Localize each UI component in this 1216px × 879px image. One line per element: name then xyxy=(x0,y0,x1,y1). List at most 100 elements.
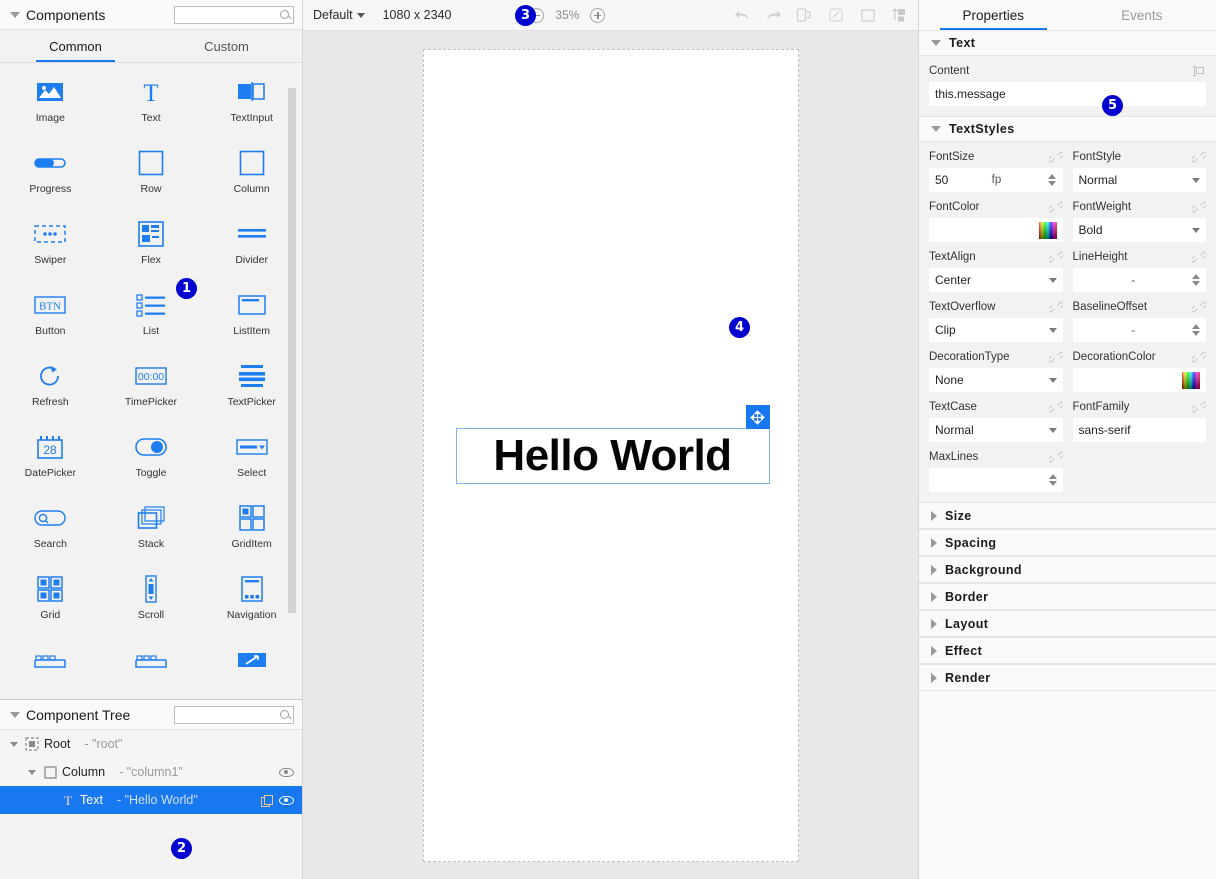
link-binding-icon[interactable] xyxy=(1190,351,1208,363)
palette-item-select[interactable]: Select xyxy=(201,432,302,479)
tab-common[interactable]: Common xyxy=(0,30,151,62)
tree-row-root[interactable]: Root - "root" xyxy=(0,730,302,758)
tree-expand-chevron-icon[interactable] xyxy=(6,741,22,747)
palette-item-datepicker[interactable]: 28 DatePicker xyxy=(0,432,101,479)
link-binding-icon[interactable] xyxy=(1190,401,1208,413)
chevron-down-icon[interactable] xyxy=(1048,277,1057,283)
tab-events[interactable]: Events xyxy=(1068,0,1216,30)
palette-item-listitem[interactable]: ListItem xyxy=(201,290,302,337)
section-header-border[interactable]: Border xyxy=(919,583,1216,610)
chevron-down-icon[interactable] xyxy=(1048,327,1057,333)
field-input[interactable]: Center xyxy=(929,268,1063,292)
stepper-icon[interactable] xyxy=(1048,174,1057,186)
link-binding-icon[interactable] xyxy=(1190,151,1208,163)
visibility-eye-icon[interactable] xyxy=(276,767,296,777)
link-binding-icon[interactable] xyxy=(1047,401,1064,413)
visibility-eye-icon[interactable] xyxy=(276,795,296,805)
palette-item-button[interactable]: BTN Button xyxy=(0,290,101,337)
palette-item-textinput[interactable]: TextInput xyxy=(201,77,302,124)
section-header-textstyles[interactable]: TextStyles xyxy=(919,116,1216,142)
components-search-box[interactable] xyxy=(174,5,294,24)
section-header-render[interactable]: Render xyxy=(919,664,1216,691)
tree-row-text[interactable]: T Text - "Hello World" xyxy=(0,786,302,814)
chevron-down-icon[interactable] xyxy=(1192,227,1200,233)
link-binding-icon[interactable] xyxy=(1190,301,1208,313)
link-binding-icon[interactable] xyxy=(1047,451,1064,463)
palette-item-timepicker[interactable]: 00:00 TimePicker xyxy=(101,361,202,408)
chevron-down-icon[interactable] xyxy=(1048,427,1057,433)
tree-row-column[interactable]: Column - "column1" xyxy=(0,758,302,786)
palette-item-progress[interactable]: Progress xyxy=(0,148,101,195)
content-input[interactable]: this.message xyxy=(929,82,1206,106)
chevron-down-icon[interactable] xyxy=(10,11,20,18)
field-input[interactable]: 50 fp xyxy=(929,168,1063,192)
field-input[interactable]: Normal xyxy=(929,418,1063,442)
redo-icon[interactable] xyxy=(765,8,782,23)
link-binding-icon[interactable] xyxy=(1047,201,1064,213)
link-binding-icon[interactable] xyxy=(1047,351,1064,363)
canvas-viewport[interactable]: Hello World xyxy=(303,31,918,879)
field-input[interactable]: sans-serif xyxy=(1072,418,1206,442)
palette-item-tabs[interactable] xyxy=(0,645,101,680)
section-header-layout[interactable]: Layout xyxy=(919,610,1216,637)
section-header-effect[interactable]: Effect xyxy=(919,637,1216,664)
section-header-size[interactable]: Size xyxy=(919,502,1216,529)
component-tree-search-box[interactable] xyxy=(174,705,294,724)
components-search-input[interactable] xyxy=(175,7,280,22)
palette-scrollbar[interactable] xyxy=(288,88,296,613)
link-binding-icon[interactable] xyxy=(1047,151,1064,163)
palette-item-navigation[interactable]: Navigation xyxy=(201,574,302,621)
section-header-background[interactable]: Background xyxy=(919,556,1216,583)
palette-item-grid[interactable]: Grid xyxy=(0,574,101,621)
palette-item-column[interactable]: Column xyxy=(201,148,302,195)
move-handle-icon[interactable] xyxy=(745,405,770,429)
section-header-spacing[interactable]: Spacing xyxy=(919,529,1216,556)
palette-item-divider[interactable]: Divider xyxy=(201,219,302,266)
undo-icon[interactable] xyxy=(734,8,751,23)
link-binding-icon[interactable] xyxy=(1190,201,1208,213)
palette-item-flex[interactable]: Flex xyxy=(101,219,202,266)
component-tree-search-input[interactable] xyxy=(175,707,280,722)
selected-text-component[interactable]: Hello World xyxy=(455,405,770,484)
stepper-icon[interactable] xyxy=(1048,474,1057,486)
palette-item-griditem[interactable]: GridItem xyxy=(201,503,302,550)
field-input[interactable]: - xyxy=(1072,268,1206,292)
chevron-down-icon[interactable] xyxy=(10,711,20,718)
field-input[interactable] xyxy=(1072,368,1206,392)
palette-item-scroll[interactable]: Scroll xyxy=(101,574,202,621)
chevron-down-icon[interactable] xyxy=(1048,377,1057,383)
tab-properties[interactable]: Properties xyxy=(919,0,1068,30)
palette-item-row[interactable]: Row xyxy=(101,148,202,195)
device-canvas[interactable]: Hello World xyxy=(422,49,799,862)
chevron-down-icon[interactable] xyxy=(1192,177,1200,183)
color-swatch-icon[interactable] xyxy=(1038,221,1057,239)
palette-item-textpicker[interactable]: TextPicker xyxy=(201,361,302,408)
duplicate-icon[interactable] xyxy=(256,794,276,807)
components-view-icon[interactable] xyxy=(890,7,908,23)
palette-item-tabcontent[interactable] xyxy=(101,645,202,680)
palette-item-search[interactable]: Search xyxy=(0,503,101,550)
zoom-in-icon[interactable] xyxy=(590,7,606,23)
color-swatch-icon[interactable] xyxy=(1182,371,1200,389)
field-input[interactable]: Normal xyxy=(1072,168,1206,192)
component-palette[interactable]: Image T Text TextInput Progress Row Column Swip… xyxy=(0,63,302,699)
section-header-text[interactable]: Text xyxy=(919,30,1216,56)
field-input[interactable]: None xyxy=(929,368,1063,392)
field-input[interactable] xyxy=(929,218,1063,242)
link-binding-icon[interactable] xyxy=(1047,301,1064,313)
palette-item-image[interactable]: Image xyxy=(0,77,101,124)
data-binding-icon[interactable] xyxy=(1192,65,1206,77)
field-input[interactable]: Bold xyxy=(1072,218,1206,242)
palette-item-stack[interactable]: Stack xyxy=(101,503,202,550)
field-input[interactable]: - xyxy=(1072,318,1206,342)
link-preview-icon[interactable] xyxy=(828,7,846,23)
stepper-icon[interactable] xyxy=(1192,324,1200,336)
palette-item-text[interactable]: T Text xyxy=(101,77,202,124)
device-preview-icon[interactable] xyxy=(796,7,814,23)
link-binding-icon[interactable] xyxy=(1190,251,1208,263)
tab-custom[interactable]: Custom xyxy=(151,30,302,62)
palette-item-toggle[interactable]: Toggle xyxy=(101,432,202,479)
palette-item-swiper[interactable]: Swiper xyxy=(0,219,101,266)
palette-item-refresh[interactable]: Refresh xyxy=(0,361,101,408)
palette-item-shape[interactable] xyxy=(201,645,302,680)
